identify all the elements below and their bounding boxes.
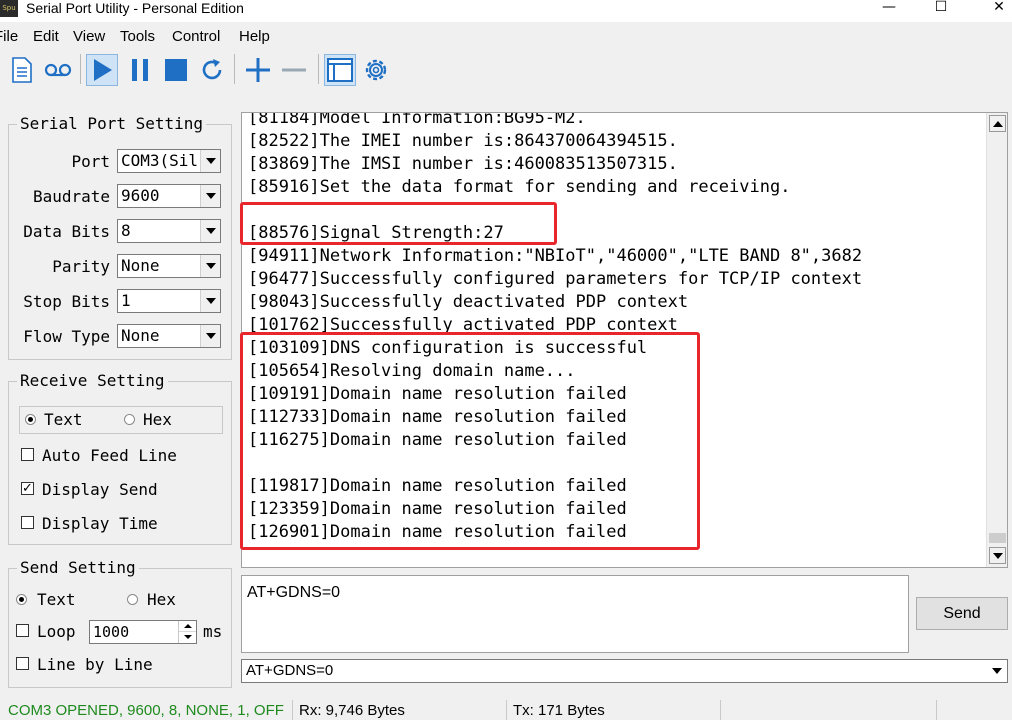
scroll-up-icon[interactable]: [989, 115, 1006, 132]
play-icon[interactable]: [86, 54, 118, 86]
send-text-radio[interactable]: [16, 594, 27, 605]
stop-bits-value: 1: [121, 291, 131, 310]
chevron-down-icon: [200, 290, 220, 312]
log-line: [96477]Successfully configured parameter…: [248, 269, 863, 289]
port-label: Port: [71, 152, 110, 171]
send-hex-radio[interactable]: [127, 594, 138, 605]
status-cell-empty: [720, 700, 934, 720]
stop-icon[interactable]: [160, 54, 192, 86]
chevron-down-icon: [200, 220, 220, 242]
menu-bar: File Edit View Tools Control Help: [0, 26, 1012, 48]
pause-icon[interactable]: [124, 54, 156, 86]
stop-bits-select[interactable]: 1: [117, 289, 221, 313]
tx-count: Tx: 171 Bytes: [506, 700, 718, 720]
menu-tools[interactable]: Tools: [120, 28, 155, 45]
send-input[interactable]: AT+GDNS=0: [241, 575, 909, 653]
data-bits-label: Data Bits: [23, 222, 110, 241]
log-line: [82522]The IMEI number is:86437006439451…: [248, 131, 678, 151]
log-line: [98043]Successfully deactivated PDP cont…: [248, 292, 689, 312]
auto-feed-line-checkbox[interactable]: [21, 448, 34, 461]
log-line: [94911]Network Information:"NBIoT","4600…: [248, 246, 863, 266]
window-title: Serial Port Utility - Personal Edition: [26, 0, 244, 16]
send-history-select[interactable]: AT+GDNS=0: [241, 659, 1008, 683]
data-bits-value: 8: [121, 221, 131, 240]
flow-type-select[interactable]: None: [117, 324, 221, 348]
log-line: [83869]The IMSI number is:46008351350731…: [248, 154, 678, 174]
port-select[interactable]: COM3(Sil: [117, 149, 221, 173]
menu-edit[interactable]: Edit: [33, 28, 59, 45]
menu-control[interactable]: Control: [172, 28, 220, 45]
spin-buttons[interactable]: [178, 621, 196, 643]
add-icon[interactable]: [242, 54, 274, 86]
display-time-checkbox[interactable]: [21, 516, 34, 529]
title-bar: Spu Serial Port Utility - Personal Editi…: [0, 0, 1012, 22]
baudrate-select[interactable]: 9600: [117, 184, 221, 208]
chevron-down-icon: [200, 185, 220, 207]
loop-interval-input[interactable]: 1000: [89, 620, 197, 644]
send-hex-label: Hex: [147, 590, 176, 609]
receive-setting-title: Receive Setting: [17, 371, 168, 391]
refresh-icon[interactable]: [196, 54, 228, 86]
spin-down-icon[interactable]: [179, 632, 196, 642]
scroll-down-icon[interactable]: [989, 547, 1006, 564]
auto-feed-line-label: Auto Feed Line: [42, 446, 177, 465]
close-button[interactable]: ✕: [976, 0, 1012, 20]
line-by-line-checkbox[interactable]: [16, 657, 29, 670]
receive-text-radio[interactable]: [25, 414, 36, 425]
new-document-icon[interactable]: [6, 54, 38, 86]
port-value: COM3(Sil: [121, 151, 199, 170]
connection-status: COM3 OPENED, 9600, 8, NONE, 1, OFF: [8, 702, 284, 719]
display-time-label: Display Time: [42, 514, 158, 533]
maximize-button[interactable]: ☐: [918, 0, 964, 20]
line-by-line-label: Line by Line: [37, 655, 153, 674]
record-icon[interactable]: [42, 54, 74, 86]
loop-checkbox[interactable]: [16, 624, 29, 637]
receive-hex-radio[interactable]: [124, 414, 135, 425]
chevron-down-icon: [200, 255, 220, 277]
send-text-label: Text: [37, 590, 76, 609]
receive-text-label: Text: [44, 410, 83, 429]
spin-up-icon[interactable]: [179, 621, 196, 632]
rx-count: Rx: 9,746 Bytes: [292, 700, 504, 720]
scroll-thumb[interactable]: [989, 533, 1006, 543]
menu-file[interactable]: File: [0, 28, 18, 45]
menu-help[interactable]: Help: [239, 28, 270, 45]
display-send-checkbox[interactable]: ✓: [21, 482, 34, 495]
baudrate-value: 9600: [121, 186, 160, 205]
status-bar: COM3 OPENED, 9600, 8, NONE, 1, OFF Rx: 9…: [0, 698, 1012, 720]
send-setting-title: Send Setting: [17, 558, 139, 578]
settings-gear-icon[interactable]: [360, 54, 392, 86]
vertical-scrollbar[interactable]: [986, 113, 1007, 567]
parity-select[interactable]: None: [117, 254, 221, 278]
serial-port-setting-title: Serial Port Setting: [17, 114, 207, 134]
log-line: [81184]Model Information:BG95-M2.: [248, 112, 586, 128]
dns-failure-highlight: [240, 332, 700, 550]
log-line: [85916]Set the data format for sending a…: [248, 177, 791, 197]
flow-type-label: Flow Type: [23, 327, 110, 346]
stop-bits-label: Stop Bits: [23, 292, 110, 311]
receive-hex-label: Hex: [143, 410, 172, 429]
loop-interval-value: 1000: [93, 623, 130, 641]
app-logo-icon: Spu: [0, 0, 18, 17]
minimize-button[interactable]: —: [866, 0, 912, 20]
parity-value: None: [121, 256, 160, 275]
chevron-down-icon: [200, 150, 220, 172]
loop-unit: ms: [203, 622, 223, 641]
data-bits-select[interactable]: 8: [117, 219, 221, 243]
menu-view[interactable]: View: [73, 28, 105, 45]
status-cell-empty-2: [936, 700, 1010, 720]
flow-type-value: None: [121, 326, 160, 345]
remove-icon[interactable]: [278, 54, 310, 86]
chevron-down-icon: [987, 660, 1007, 682]
chevron-down-icon: [200, 325, 220, 347]
loop-label: Loop: [37, 622, 76, 641]
send-button[interactable]: Send: [916, 597, 1008, 630]
window-layout-icon[interactable]: [324, 54, 356, 86]
send-history-value: AT+GDNS=0: [246, 662, 334, 679]
baudrate-label: Baudrate: [32, 187, 110, 206]
parity-label: Parity: [52, 257, 110, 276]
signal-strength-highlight: [240, 202, 557, 245]
display-send-label: Display Send: [42, 480, 158, 499]
toolbar: [0, 52, 1012, 88]
